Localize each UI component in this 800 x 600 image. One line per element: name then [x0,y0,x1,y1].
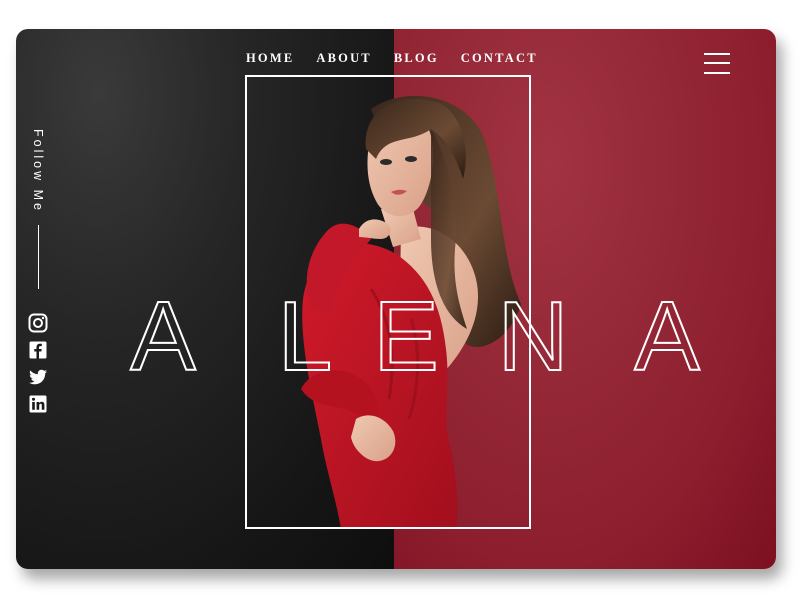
hero-letter: N [498,281,569,377]
social-links [27,313,49,414]
nav-contact[interactable]: CONTACT [461,51,538,66]
nav-home[interactable]: HOME [246,51,294,66]
hamburger-menu-icon[interactable] [704,51,730,75]
twitter-icon[interactable] [28,367,48,387]
hero-card: A L E N A HOME ABOUT BLOG CONTACT Follow… [16,29,776,569]
follow-section: Follow Me [27,129,49,289]
main-nav: HOME ABOUT BLOG CONTACT [246,51,538,66]
hero-letter: A [130,281,196,377]
hero-letter: A [634,281,700,377]
follow-label: Follow Me [31,129,45,213]
nav-about[interactable]: ABOUT [316,51,371,66]
hero-letter: E [373,281,438,377]
instagram-icon[interactable] [28,313,48,333]
linkedin-icon[interactable] [28,394,48,414]
nav-blog[interactable]: BLOG [394,51,439,66]
hero-name: A L E N A [129,280,701,377]
hero-letter: L [278,281,333,377]
follow-divider [37,224,39,289]
facebook-icon[interactable] [28,340,48,360]
